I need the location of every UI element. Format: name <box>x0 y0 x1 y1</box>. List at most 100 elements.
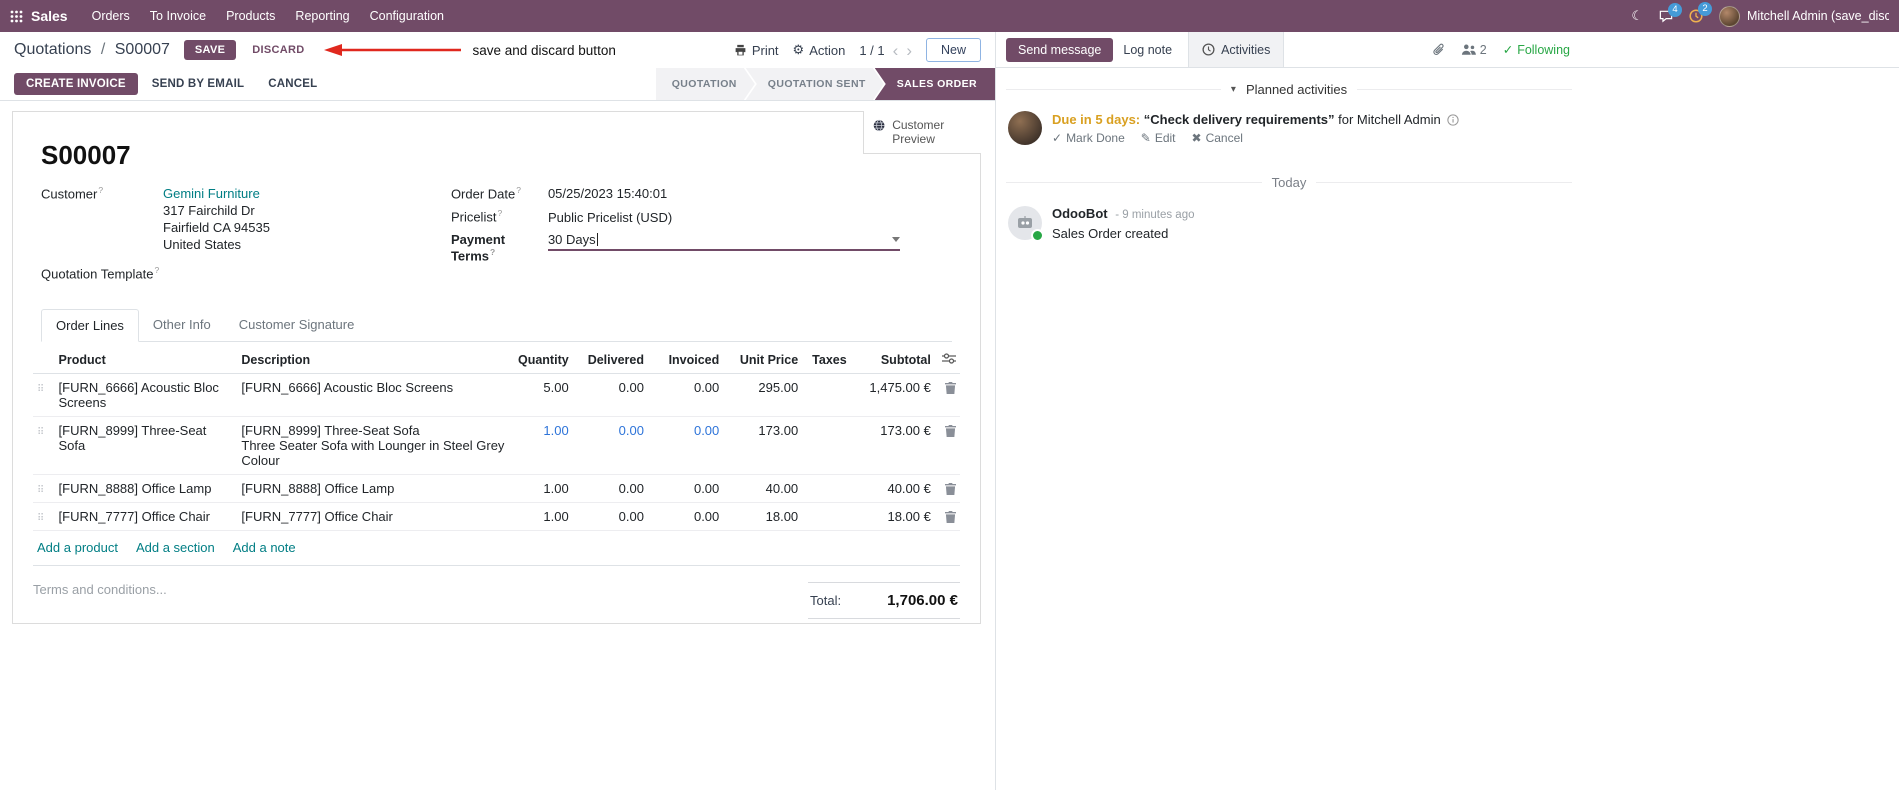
menu-to-invoice[interactable]: To Invoice <box>140 0 216 32</box>
status-step-sales-order[interactable]: SALES ORDER <box>874 68 995 100</box>
x-icon: ✖ <box>1191 131 1202 145</box>
pager-previous-icon[interactable]: ‹ <box>893 42 899 59</box>
add-note-link[interactable]: Add a note <box>233 540 296 555</box>
breadcrumb-quotations[interactable]: Quotations <box>14 41 91 58</box>
following-button[interactable]: ✓ Following <box>1503 42 1570 58</box>
cell-product[interactable]: [FURN_8888] Office Lamp <box>54 474 238 503</box>
drag-handle-icon[interactable]: ⠿ <box>37 485 44 496</box>
activities-clock-icon[interactable]: 2 <box>1689 2 1712 23</box>
info-icon[interactable] <box>1447 114 1460 126</box>
status-step-quotation[interactable]: QUOTATION <box>656 68 755 100</box>
save-button[interactable]: SAVE <box>183 40 237 60</box>
status-pipeline: QUOTATION QUOTATION SENT SALES ORDER <box>656 68 995 100</box>
cell-delivered[interactable]: 0.00 <box>572 474 648 503</box>
odoobot-avatar <box>1008 206 1044 242</box>
cell-unit-price[interactable]: 18.00 <box>723 502 803 531</box>
cell-invoiced[interactable]: 0.00 <box>647 373 724 417</box>
planned-activities-header[interactable]: ▾ Planned activities <box>1006 82 1573 97</box>
statusbar-buttons: CREATE INVOICE SEND BY EMAIL CANCEL <box>14 68 327 100</box>
dropdown-caret-icon[interactable] <box>891 236 900 242</box>
add-product-link[interactable]: Add a product <box>37 540 118 555</box>
discard-button[interactable]: DISCARD <box>242 40 314 60</box>
send-by-email-button[interactable]: SEND BY EMAIL <box>142 73 254 95</box>
cell-taxes[interactable] <box>802 373 842 417</box>
user-menu[interactable]: Mitchell Admin (save_discar <box>1719 5 1889 27</box>
customer-label: Customer? <box>41 185 104 202</box>
cell-invoiced[interactable]: 0.00 <box>647 502 724 531</box>
delete-row-icon[interactable] <box>939 380 956 394</box>
apps-grid-icon[interactable] <box>10 10 23 23</box>
delete-row-icon[interactable] <box>939 509 956 523</box>
main-column: Quotations / S00007 SAVE DISCARD save an… <box>0 32 995 790</box>
pager-next-icon[interactable]: › <box>906 42 912 59</box>
cell-description[interactable]: [FURN_8888] Office Lamp <box>237 474 512 503</box>
pager-value[interactable]: 1 / 1 <box>859 43 884 58</box>
order-date-value[interactable]: 05/25/2023 15:40:01 <box>548 186 667 201</box>
customer-preview-button[interactable]: Customer Preview <box>863 111 981 154</box>
drag-handle-icon[interactable]: ⠿ <box>37 513 44 524</box>
messages-icon[interactable]: 4 <box>1659 2 1682 23</box>
menu-products[interactable]: Products <box>216 0 285 32</box>
cell-delivered[interactable]: 0.00 <box>572 373 648 417</box>
drag-handle-icon[interactable]: ⠿ <box>37 427 44 438</box>
app-name[interactable]: Sales <box>31 8 68 24</box>
drag-handle-icon[interactable]: ⠿ <box>37 384 44 395</box>
cell-invoiced[interactable]: 0.00 <box>647 416 724 475</box>
cell-quantity[interactable]: 1.00 <box>511 502 573 531</box>
annotation-text: save and discard button <box>472 42 616 58</box>
cell-product[interactable]: [FURN_7777] Office Chair <box>54 502 238 531</box>
activities-tab[interactable]: Activities <box>1188 32 1285 67</box>
cell-taxes[interactable] <box>802 502 842 531</box>
cell-product[interactable]: [FURN_6666] Acoustic Bloc Screens <box>54 373 238 417</box>
tab-order-lines[interactable]: Order Lines <box>41 308 139 342</box>
cell-unit-price[interactable]: 40.00 <box>723 474 803 503</box>
print-button[interactable]: Print <box>734 43 779 58</box>
delete-row-icon[interactable] <box>939 423 956 437</box>
tab-other-info[interactable]: Other Info <box>139 309 225 341</box>
cell-delivered[interactable]: 0.00 <box>572 416 648 475</box>
optional-columns-icon[interactable] <box>942 353 956 364</box>
customer-address-line2: Fairfield CA 94535 <box>163 220 270 236</box>
attachments-button[interactable] <box>1432 43 1445 57</box>
send-message-button[interactable]: Send message <box>1006 37 1114 62</box>
new-button[interactable]: New <box>925 38 981 62</box>
cell-invoiced[interactable]: 0.00 <box>647 474 724 503</box>
edit-activity-button[interactable]: ✎ Edit <box>1141 131 1176 145</box>
delivered-column-header: Delivered <box>572 345 648 374</box>
action-button[interactable]: ⚙ Action <box>793 42 846 58</box>
cell-taxes[interactable] <box>802 416 842 475</box>
terms-placeholder[interactable]: Terms and conditions... <box>33 582 167 597</box>
cell-quantity[interactable]: 1.00 <box>511 416 573 475</box>
pricelist-value[interactable]: Public Pricelist (USD) <box>548 210 672 225</box>
pricelist-label: Pricelist? <box>450 208 503 225</box>
menu-orders[interactable]: Orders <box>82 0 140 32</box>
menu-configuration[interactable]: Configuration <box>360 0 454 32</box>
dark-mode-moon-icon[interactable]: ☾ <box>1631 8 1643 24</box>
payment-terms-input[interactable]: 30 Days <box>547 232 900 251</box>
status-step-quotation-sent[interactable]: QUOTATION SENT <box>746 68 884 100</box>
menu-reporting[interactable]: Reporting <box>285 0 359 32</box>
order-line-row: ⠿ [FURN_8888] Office Lamp [FURN_8888] Of… <box>33 474 960 503</box>
log-note-button[interactable]: Log note <box>1113 38 1182 62</box>
tab-customer-signature[interactable]: Customer Signature <box>225 309 369 341</box>
mark-done-button[interactable]: ✓ Mark Done <box>1052 131 1125 145</box>
cell-quantity[interactable]: 5.00 <box>511 373 573 417</box>
create-invoice-button[interactable]: CREATE INVOICE <box>14 73 138 95</box>
cell-unit-price[interactable]: 295.00 <box>723 373 803 417</box>
cell-taxes[interactable] <box>802 474 842 503</box>
cell-product[interactable]: [FURN_8999] Three-Seat Sofa <box>54 416 238 475</box>
delete-row-icon[interactable] <box>939 481 956 495</box>
cell-delivered[interactable]: 0.00 <box>572 502 648 531</box>
customer-link[interactable]: Gemini Furniture <box>163 186 260 201</box>
today-label: Today <box>1271 175 1307 190</box>
cell-quantity[interactable]: 1.00 <box>511 474 573 503</box>
messages-badge: 4 <box>1668 2 1682 17</box>
cell-description[interactable]: [FURN_7777] Office Chair <box>237 502 512 531</box>
followers-button[interactable]: 2 <box>1461 43 1487 57</box>
cancel-activity-button[interactable]: ✖ Cancel <box>1192 131 1243 145</box>
cancel-button[interactable]: CANCEL <box>258 73 327 95</box>
add-section-link[interactable]: Add a section <box>136 540 215 555</box>
cell-description[interactable]: [FURN_8999] Three-Seat Sofa Three Seater … <box>237 416 512 475</box>
cell-unit-price[interactable]: 173.00 <box>723 416 803 475</box>
cell-description[interactable]: [FURN_6666] Acoustic Bloc Screens <box>237 373 512 417</box>
